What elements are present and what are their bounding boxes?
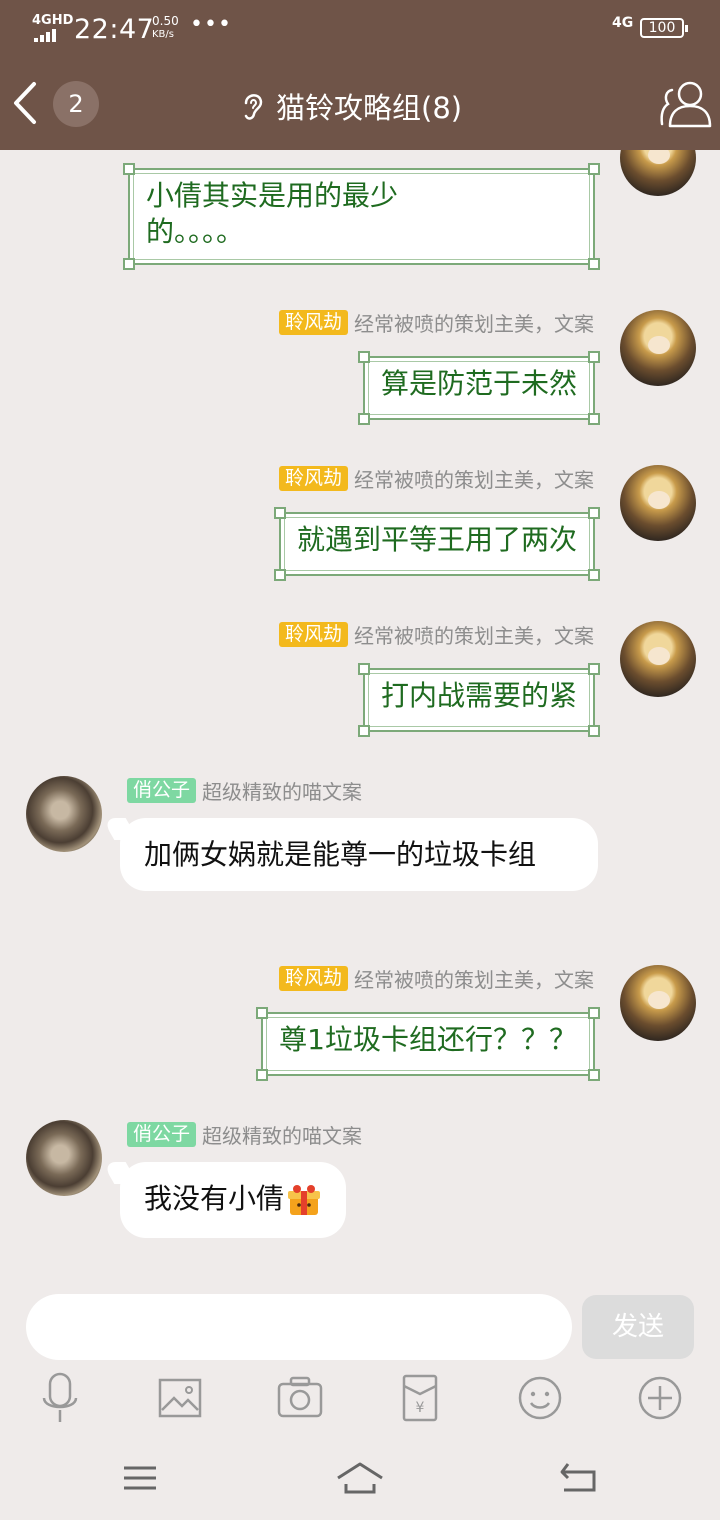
unread-badge[interactable]: 2 <box>53 81 99 127</box>
clock: 22:47 <box>74 14 155 45</box>
message-text: 小倩其实是用的最少的。。。。 <box>146 179 399 248</box>
sender-meta: 俏公子 超级精致的喵文案 <box>127 1121 363 1148</box>
message-text: 尊1垃圾卡组还行？？？ <box>279 1023 577 1056</box>
camera-icon[interactable] <box>276 1370 324 1426</box>
sender-meta: 聆风劫 经常被喷的策划主美，文案 <box>278 309 594 336</box>
chat-title: 猫铃攻略组(8) <box>276 91 463 125</box>
chat-area[interactable]: 小倩其实是用的最少的。。。。 聆风劫 经常被喷的策划主美，文案 算是防范于未然 … <box>0 150 720 1280</box>
top-bar: 4GHD 22:47 0.50 KB/s ••• 4G 100 2 猫铃攻略组(… <box>0 0 720 150</box>
avatar[interactable] <box>26 776 102 852</box>
member-title-tag: 聆风劫 <box>278 309 348 335</box>
member-title-tag: 俏公子 <box>127 1121 197 1147</box>
avatar[interactable] <box>620 310 696 386</box>
system-nav-bar <box>0 1440 720 1520</box>
gift-emoji-icon <box>288 1185 321 1215</box>
network-speed: 0.50 KB/s <box>152 15 179 41</box>
sender-meta: 聆风劫 经常被喷的策划主美，文案 <box>278 621 594 648</box>
sender-nickname: 经常被喷的策划主美，文案 <box>354 967 594 992</box>
home-icon[interactable] <box>336 1458 384 1498</box>
message-bubble[interactable]: 我没有小倩 <box>120 1162 347 1238</box>
speed-value: 0.50 <box>152 14 179 28</box>
sender-nickname: 超级精致的喵文案 <box>202 1123 363 1148</box>
sender-meta: 俏公子 超级精致的喵文案 <box>127 777 363 804</box>
image-icon[interactable] <box>156 1370 204 1426</box>
composer: 发送 <box>0 1280 720 1376</box>
message-text: 我没有小倩 <box>144 1182 285 1215</box>
sender-nickname: 经常被喷的策划主美，文案 <box>354 311 594 336</box>
svg-text:¥: ¥ <box>416 1400 425 1416</box>
member-title-tag: 聆风劫 <box>278 621 348 647</box>
message-bubble[interactable]: 尊1垃圾卡组还行？？？ <box>256 1007 600 1081</box>
back-arrow-icon[interactable] <box>8 78 44 128</box>
more-notifications-icon: ••• <box>190 12 232 37</box>
message-text: 算是防范于未然 <box>380 367 577 400</box>
message-bubble[interactable]: 算是防范于未然 <box>357 351 600 425</box>
menu-icon[interactable] <box>116 1458 164 1498</box>
emoji-icon[interactable] <box>516 1370 564 1426</box>
avatar[interactable] <box>620 150 696 196</box>
red-envelope-icon[interactable]: ¥ <box>396 1370 444 1426</box>
battery-indicator: 100 <box>640 18 688 38</box>
sender-nickname: 经常被喷的策划主美，文案 <box>354 467 594 492</box>
sender-nickname: 超级精致的喵文案 <box>202 779 363 804</box>
send-button[interactable]: 发送 <box>582 1295 694 1359</box>
message-bubble[interactable]: 加俩女娲就是能尊一的垃圾卡组 <box>120 818 598 891</box>
avatar[interactable] <box>620 965 696 1041</box>
microphone-icon[interactable] <box>36 1370 84 1426</box>
plus-icon[interactable] <box>636 1370 684 1426</box>
ear-icon <box>244 94 263 120</box>
message-text: 打内战需要的紧 <box>380 679 577 712</box>
message-bubble[interactable]: 打内战需要的紧 <box>357 663 600 737</box>
member-title-tag: 聆风劫 <box>278 965 348 991</box>
signal-icon <box>34 28 64 42</box>
message-text: 加俩女娲就是能尊一的垃圾卡组 <box>144 838 537 871</box>
composer-toolbar: ¥ <box>0 1370 720 1430</box>
header-title-group: 猫铃攻略组(8) <box>240 84 462 128</box>
avatar[interactable] <box>26 1120 102 1196</box>
back-icon[interactable] <box>556 1458 604 1498</box>
message-bubble[interactable]: 就遇到平等王用了两次 <box>273 507 600 581</box>
avatar[interactable] <box>620 621 696 697</box>
signal-label: 4GHD <box>32 13 74 28</box>
member-title-tag: 聆风劫 <box>278 465 348 491</box>
message-text: 就遇到平等王用了两次 <box>296 523 577 556</box>
message-bubble[interactable]: 小倩其实是用的最少的。。。。 <box>123 163 600 270</box>
network-type: 4G <box>612 15 634 31</box>
sender-meta: 聆风劫 经常被喷的策划主美，文案 <box>278 965 594 992</box>
group-members-icon[interactable] <box>658 78 714 130</box>
message-input[interactable] <box>26 1294 572 1360</box>
status-bar: 4GHD 22:47 0.50 KB/s ••• 4G 100 <box>0 10 720 46</box>
avatar[interactable] <box>620 465 696 541</box>
sender-meta: 聆风劫 经常被喷的策划主美，文案 <box>278 465 594 492</box>
sender-nickname: 经常被喷的策划主美，文案 <box>354 623 594 648</box>
member-title-tag: 俏公子 <box>127 777 197 803</box>
speed-unit: KB/s <box>152 29 174 40</box>
